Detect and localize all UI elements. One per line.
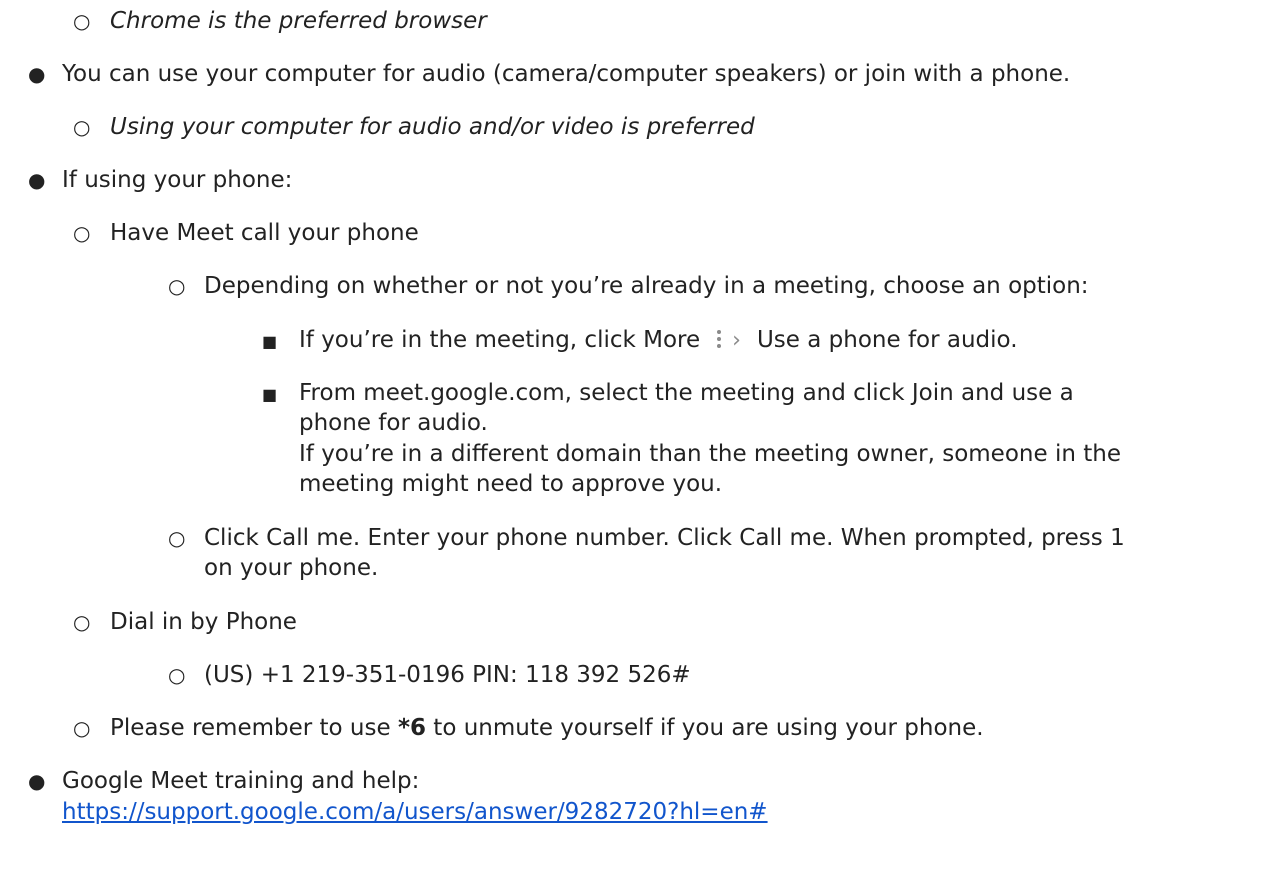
circle-bullet: ○ [73,9,91,33]
disc-bullet: ● [28,62,46,86]
support-link[interactable]: https://support.google.com/a/users/answe… [62,797,768,827]
star6-code: *6 [397,715,426,741]
circle-bullet: ○ [168,663,186,687]
more-vert-icon [714,328,724,350]
dial-in-text: Dial in by Phone [110,609,297,635]
in-meeting-text: If you’re in the meeting, click More › Use… [299,325,1018,356]
disc-bullet: ● [28,769,46,793]
if-using-phone-text: If using your phone: [62,167,293,193]
circle-bullet: ○ [73,610,91,634]
use-phone-audio-text: Use a phone for audio. [756,327,1018,353]
square-bullet: ■ [262,332,278,351]
circle-bullet: ○ [73,716,91,740]
depending-text: Depending on whether or not you’re alrea… [204,273,1089,299]
circle-bullet: ○ [168,274,186,298]
circle-bullet: ○ [73,115,91,139]
from-meet-text-2: phone for audio. [299,410,488,436]
unmute-text-c: to unmute yourself if you are using your… [425,715,984,741]
chevron-right-icon: › [732,328,741,353]
phone-number-text: (US) +1 219-351-0196 PIN: 118 392 526# [204,662,691,688]
click-more-text: If you’re in the meeting, click More [299,327,701,353]
unmute-text-a: Please remember to use [110,715,398,741]
square-bullet: ■ [262,385,278,404]
click-call-me-text-1: Click Call me. Enter your phone number. … [204,525,1125,551]
have-meet-call-text: Have Meet call your phone [110,220,419,246]
chrome-preferred-text: Chrome is the preferred browser [110,8,487,34]
different-domain-text-1: If you’re in a different domain than the… [299,441,1121,467]
disc-bullet: ● [28,168,46,192]
click-call-me-text-2: on your phone. [204,555,379,581]
from-meet-text-1: From meet.google.com, select the meeting… [299,380,1074,406]
circle-bullet: ○ [73,221,91,245]
circle-bullet: ○ [168,526,186,550]
training-help-text: Google Meet training and help: [62,768,420,794]
computer-preferred-text: Using your computer for audio and/or vid… [110,114,755,140]
computer-audio-text: You can use your computer for audio (cam… [62,61,1071,87]
different-domain-text-2: meeting might need to approve you. [299,471,723,497]
unmute-reminder-text: Please remember to use *6 to unmute your… [110,713,984,743]
